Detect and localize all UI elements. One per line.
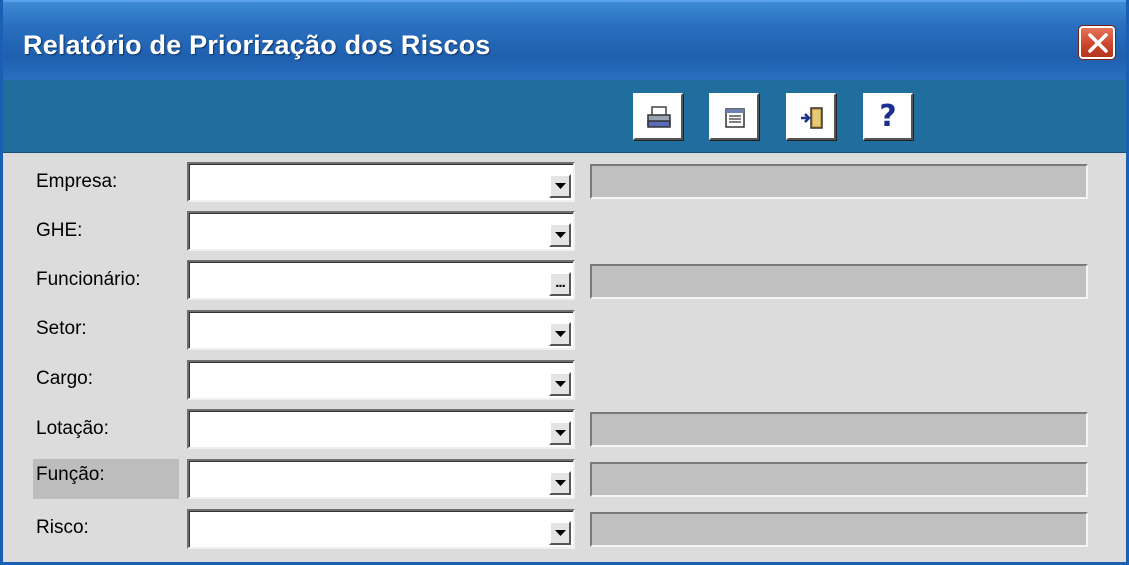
chevron-down-icon — [555, 232, 566, 238]
chevron-down-icon — [555, 530, 566, 536]
cargo-dropdown-button[interactable] — [549, 372, 571, 396]
funcionario-description-field — [590, 264, 1088, 299]
funcao-combobox[interactable] — [187, 459, 575, 499]
chevron-down-icon — [555, 183, 566, 189]
field-label-funcao: Função: — [33, 459, 179, 499]
report-dialog: Relatório de Priorização dos Riscos ? Em… — [0, 0, 1129, 565]
lotacao-description-field — [590, 412, 1088, 447]
ghe-dropdown-button[interactable] — [549, 223, 571, 247]
toolbar: ? — [3, 80, 1126, 153]
setor-dropdown-button[interactable] — [549, 322, 571, 346]
window-title: Relatório de Priorização dos Riscos — [23, 30, 491, 60]
print-button[interactable] — [633, 93, 683, 140]
ellipsis-icon: ... — [555, 274, 566, 291]
field-label-funcionario: Funcionário: — [36, 269, 141, 290]
chevron-down-icon — [555, 381, 566, 387]
title-bar[interactable]: Relatório de Priorização dos Riscos — [3, 0, 1126, 80]
risco-combobox[interactable] — [187, 509, 575, 549]
field-label-cargo: Cargo: — [36, 368, 94, 389]
field-label-empresa: Empresa: — [36, 171, 118, 192]
funcionario-lookup-button[interactable]: ... — [549, 272, 571, 296]
printer-icon — [647, 106, 671, 128]
help-button[interactable]: ? — [863, 93, 913, 140]
field-label-setor: Setor: — [36, 318, 87, 339]
funcao-description-field — [590, 462, 1088, 497]
risco-dropdown-button[interactable] — [549, 521, 571, 545]
preview-icon — [725, 108, 745, 128]
preview-button[interactable] — [709, 93, 759, 140]
ghe-combobox[interactable] — [187, 211, 575, 251]
help-icon: ? — [879, 99, 897, 134]
funcao-dropdown-button[interactable] — [549, 471, 571, 495]
exit-button[interactable] — [786, 93, 836, 140]
lotacao-dropdown-button[interactable] — [549, 421, 571, 445]
field-label-risco: Risco: — [36, 517, 89, 538]
close-button[interactable] — [1079, 26, 1115, 59]
empresa-combobox[interactable] — [187, 162, 575, 202]
filter-form: Empresa: GHE: Funcionário: ... Setor: Ca… — [3, 153, 1126, 562]
empresa-description-field — [590, 164, 1088, 199]
funcionario-lookup-field[interactable]: ... — [187, 260, 575, 300]
chevron-down-icon — [555, 480, 566, 486]
cargo-combobox[interactable] — [187, 360, 575, 400]
risco-description-field — [590, 512, 1088, 547]
lotacao-combobox[interactable] — [187, 409, 575, 449]
chevron-down-icon — [555, 331, 566, 337]
close-icon — [1088, 33, 1108, 53]
chevron-down-icon — [555, 430, 566, 436]
empresa-dropdown-button[interactable] — [549, 174, 571, 198]
setor-combobox[interactable] — [187, 310, 575, 350]
field-label-ghe: GHE: — [36, 220, 83, 241]
exit-door-icon — [801, 107, 823, 129]
field-label-lotacao: Lotação: — [36, 418, 109, 439]
